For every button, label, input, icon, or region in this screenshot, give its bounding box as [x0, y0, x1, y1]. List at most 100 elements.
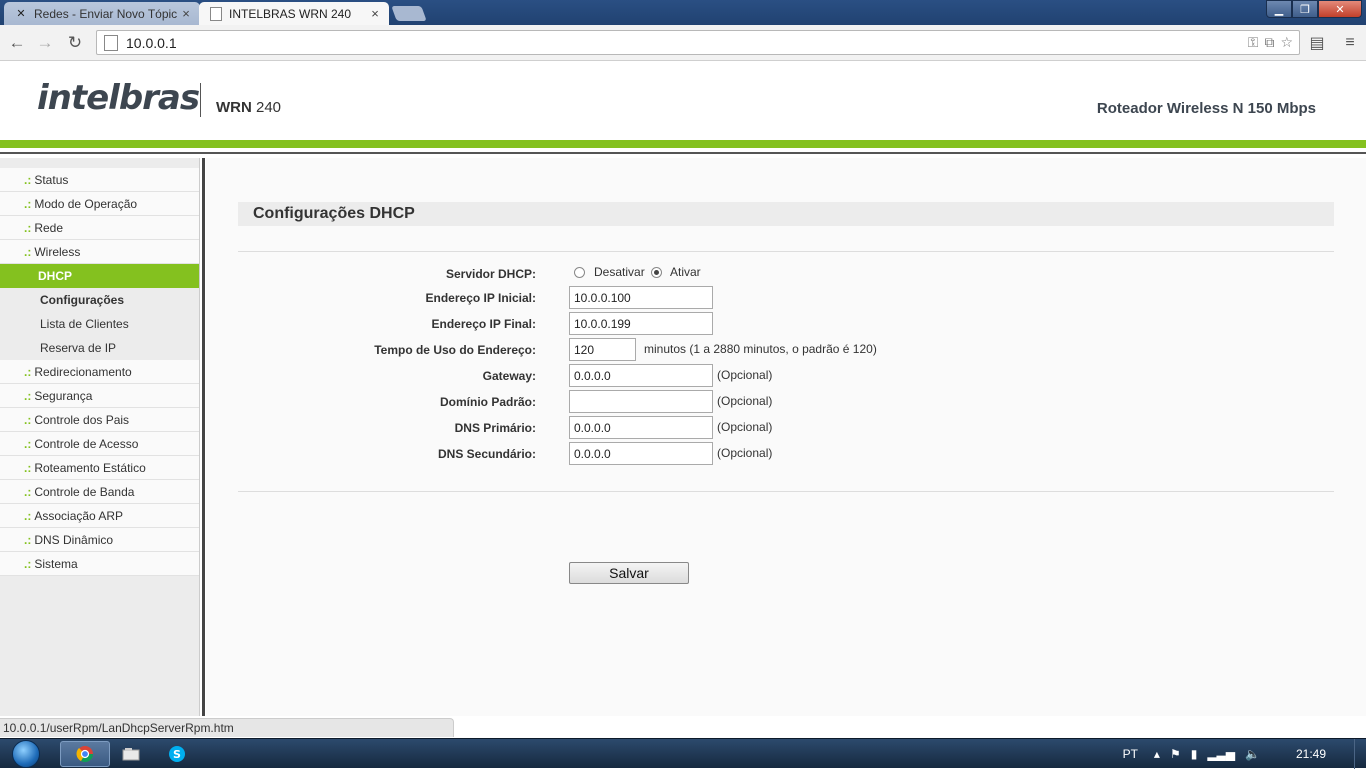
- ip-end-row: Endereço IP Final:: [206, 312, 1306, 336]
- sidebar-item-roteamento-estatico[interactable]: .: Roteamento Estático: [0, 456, 199, 480]
- tab-title: INTELBRAS WRN 240: [229, 6, 352, 21]
- power-icon[interactable]: ▮: [1191, 747, 1198, 761]
- status-bubble-url: 10.0.0.1/userRpm/LanDhcpServerRpm.htm: [0, 718, 454, 737]
- tab-redes[interactable]: ✕ Redes - Enviar Novo Tópic ×: [4, 2, 200, 25]
- svg-text:S: S: [173, 748, 181, 761]
- tab-close-icon[interactable]: ×: [180, 7, 192, 20]
- radio-desativar[interactable]: [574, 267, 585, 278]
- back-arrow-icon[interactable]: ←: [6, 32, 28, 54]
- system-tray: PT ▴ ⚑ ▮ ▂▃▅ 🔈 21:49: [1123, 739, 1366, 769]
- sidebar-separator: [202, 158, 205, 716]
- language-indicator[interactable]: PT: [1123, 747, 1138, 761]
- tab-title: Redes - Enviar Novo Tópic: [34, 6, 178, 21]
- forward-arrow-icon[interactable]: →: [34, 32, 56, 54]
- lease-time-label: Tempo de Uso do Endereço:: [374, 343, 536, 357]
- flag-icon[interactable]: ⚑: [1170, 747, 1181, 761]
- page-title: Configurações DHCP: [238, 202, 1334, 226]
- url-text[interactable]: 10.0.0.1: [126, 35, 1248, 51]
- sidebar-item-rede[interactable]: .: Rede: [0, 216, 199, 240]
- skype-icon: S: [169, 746, 185, 762]
- taskbar-chrome[interactable]: [60, 741, 110, 767]
- network-icon[interactable]: ▂▃▅: [1207, 747, 1235, 761]
- sidebar-item-controle-acesso[interactable]: .: Controle de Acesso: [0, 432, 199, 456]
- show-hidden-icons-icon[interactable]: ▴: [1154, 747, 1160, 761]
- dns-secondary-label: DNS Secundário:: [437, 447, 536, 461]
- router-page: intelbras WRN 240 Roteador Wireless N 15…: [0, 62, 1366, 716]
- dns-primary-note: (Opcional): [717, 420, 773, 434]
- chrome-icon: [76, 746, 94, 763]
- dns-primary-label: DNS Primário:: [454, 421, 536, 435]
- volume-icon[interactable]: 🔈: [1245, 747, 1260, 761]
- taskbar-skype[interactable]: S: [152, 741, 202, 767]
- sidebar-item-status[interactable]: .: Status: [0, 168, 199, 192]
- radio-ativar-label[interactable]: Ativar: [670, 265, 701, 279]
- sidebar-subitem-configuracoes[interactable]: Configurações: [0, 288, 199, 312]
- sidebar-subitem-reserva-ip[interactable]: Reserva de IP: [0, 336, 199, 360]
- dns-secondary-note: (Opcional): [717, 446, 773, 460]
- dns-secondary-input[interactable]: [569, 442, 713, 465]
- radio-desativar-label[interactable]: Desativar: [594, 265, 645, 279]
- sidebar-item-sistema[interactable]: .: Sistema: [0, 552, 199, 576]
- dns-primary-input[interactable]: [569, 416, 713, 439]
- intelbras-logo: intelbras: [37, 78, 200, 118]
- radio-ativar[interactable]: [651, 267, 662, 278]
- sidebar-item-redirecionamento[interactable]: .: Redirecionamento: [0, 360, 199, 384]
- start-button[interactable]: [8, 739, 44, 769]
- ip-end-input[interactable]: [569, 312, 713, 335]
- domain-input[interactable]: [569, 390, 713, 413]
- divider: [238, 491, 1334, 492]
- ip-start-input[interactable]: [569, 286, 713, 309]
- tab-close-icon[interactable]: ×: [369, 7, 381, 20]
- lease-time-input[interactable]: [569, 338, 636, 361]
- gateway-label: Gateway:: [482, 369, 536, 383]
- ip-start-row: Endereço IP Inicial:: [206, 286, 1306, 310]
- domain-label: Domínio Padrão:: [439, 395, 536, 409]
- reload-icon[interactable]: ↻: [64, 32, 86, 54]
- menu-icon[interactable]: ≡: [1339, 32, 1361, 54]
- gateway-input[interactable]: [569, 364, 713, 387]
- sidebar-item-controle-pais[interactable]: .: Controle dos Pais: [0, 408, 199, 432]
- folder-icon: [122, 748, 140, 761]
- sidebar-item-seguranca[interactable]: .: Segurança: [0, 384, 199, 408]
- dhcp-server-row: Servidor DHCP: Desativar Ativar: [206, 262, 1306, 286]
- windows-logo-icon: [12, 740, 40, 768]
- window-controls: ▁ ❐ ✕: [1266, 0, 1362, 19]
- sidebar-item-associacao-arp[interactable]: .: Associação ARP: [0, 504, 199, 528]
- browser-tab-strip: ✕ Redes - Enviar Novo Tópic × INTELBRAS …: [0, 0, 1366, 25]
- browser-toolbar: ← → ↻ 10.0.0.1 ⚿ ⧉ ☆ ▤ ≡: [0, 25, 1366, 61]
- restore-icon[interactable]: ❐: [1292, 0, 1318, 18]
- dns-secondary-row: DNS Secundário: (Opcional): [206, 442, 1306, 466]
- ip-start-label: Endereço IP Inicial:: [425, 291, 536, 305]
- gateway-row: Gateway: (Opcional): [206, 364, 1306, 388]
- address-bar[interactable]: 10.0.0.1 ⚿ ⧉ ☆: [96, 30, 1300, 55]
- key-icon[interactable]: ⚿: [1248, 34, 1259, 51]
- page-icon: [104, 34, 118, 51]
- show-desktop-button[interactable]: [1354, 739, 1366, 769]
- minimize-icon[interactable]: ▁: [1266, 0, 1292, 18]
- sidebar-item-controle-banda[interactable]: .: Controle de Banda: [0, 480, 199, 504]
- window-close-icon[interactable]: ✕: [1318, 0, 1362, 18]
- save-button[interactable]: Salvar: [569, 562, 689, 584]
- sidebar-item-wireless[interactable]: .: Wireless: [0, 240, 199, 264]
- sidebar-item-modo-operacao[interactable]: .: Modo de Operação: [0, 192, 199, 216]
- model-name: WRN 240: [216, 99, 282, 116]
- forum-favicon-icon: ✕: [16, 8, 26, 20]
- clock[interactable]: 21:49: [1296, 747, 1326, 761]
- translate-icon[interactable]: ⧉: [1264, 34, 1274, 51]
- sidebar-item-dns-dinamico[interactable]: .: DNS Dinâmico: [0, 528, 199, 552]
- gateway-note: (Opcional): [717, 368, 773, 382]
- page-favicon-icon: [209, 6, 223, 21]
- extension-icon[interactable]: ▤: [1306, 32, 1328, 54]
- star-icon[interactable]: ☆: [1280, 34, 1293, 51]
- product-name: Roteador Wireless N 150 Mbps: [1096, 100, 1316, 117]
- new-tab-button[interactable]: [391, 6, 427, 21]
- dhcp-server-label: Servidor DHCP:: [445, 267, 536, 281]
- header-grey-bar: [0, 152, 1366, 154]
- domain-note: (Opcional): [717, 394, 773, 408]
- tab-intelbras[interactable]: INTELBRAS WRN 240 ×: [199, 2, 389, 25]
- windows-taskbar: S PT ▴ ⚑ ▮ ▂▃▅ 🔈 21:49: [0, 738, 1366, 769]
- dns-primary-row: DNS Primário: (Opcional): [206, 416, 1306, 440]
- sidebar-item-dhcp[interactable]: DHCP: [0, 264, 199, 288]
- taskbar-explorer[interactable]: [106, 741, 156, 767]
- sidebar-subitem-lista-clientes[interactable]: Lista de Clientes: [0, 312, 199, 336]
